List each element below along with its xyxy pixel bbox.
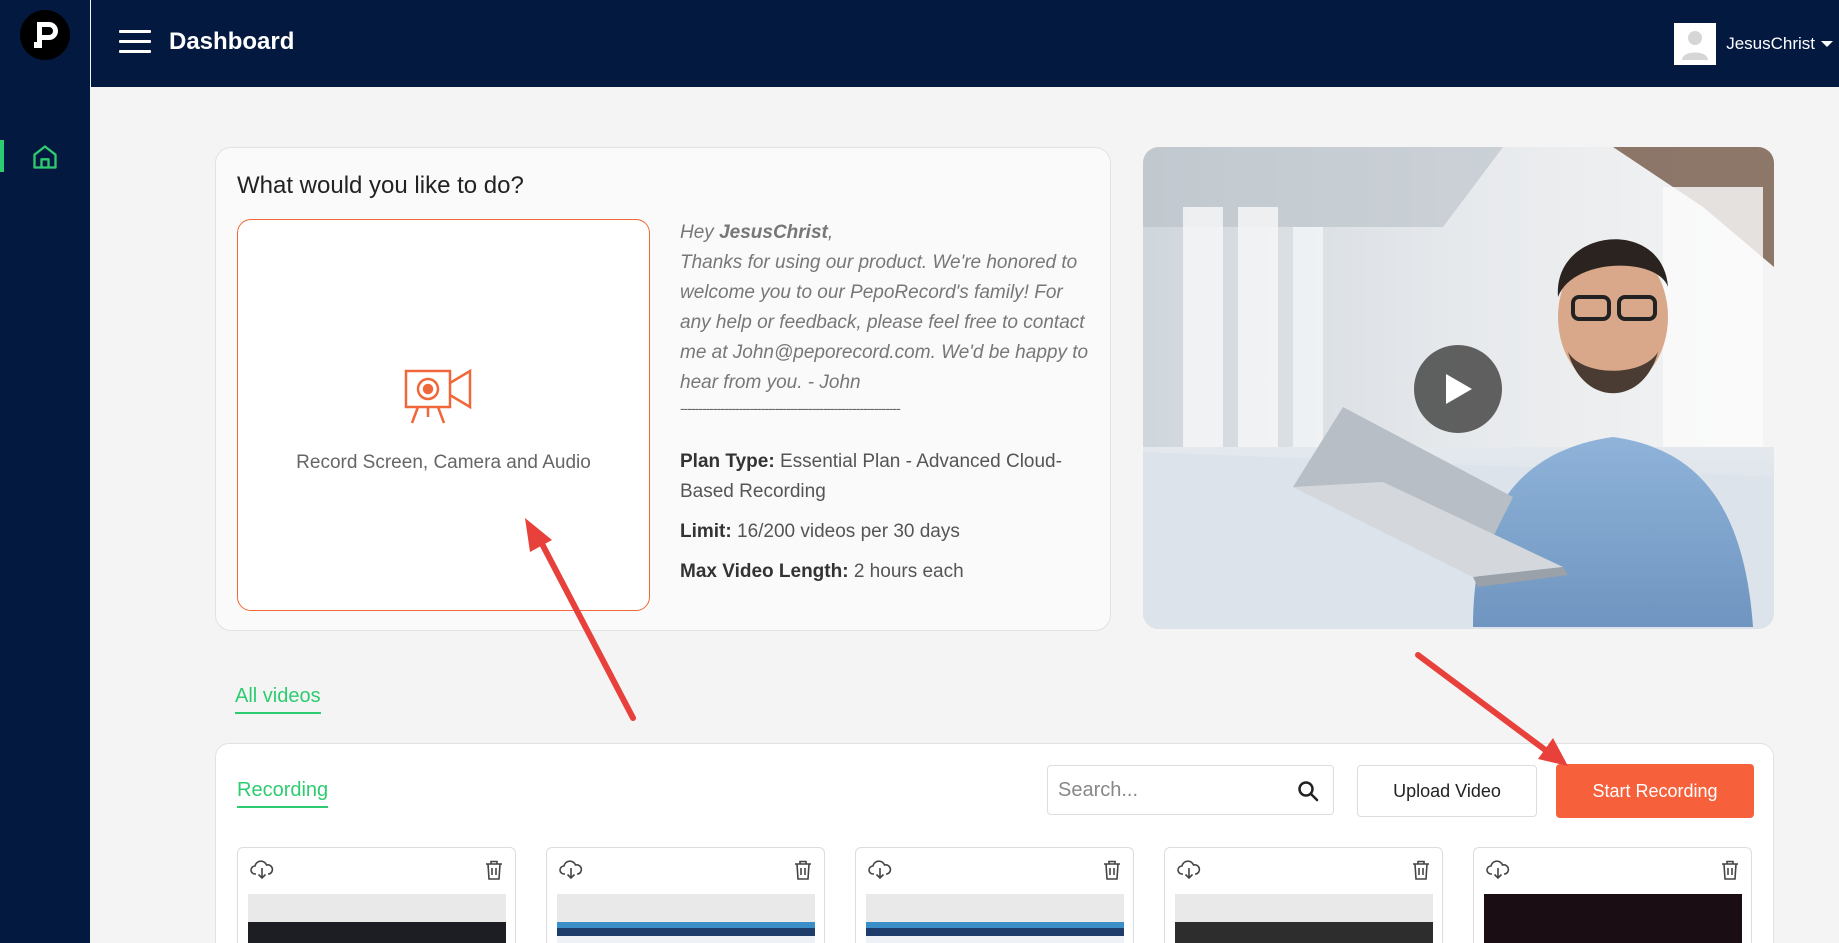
- greeting-prefix: Hey: [680, 222, 720, 243]
- top-header: Dashboard JesusChrist: [91, 0, 1839, 87]
- record-option-button[interactable]: Record Screen, Camera and Audio: [237, 219, 650, 611]
- trash-icon[interactable]: [485, 860, 503, 885]
- videos-panel: Recording Upload Video Start Recording: [215, 743, 1774, 943]
- play-icon: [1446, 374, 1472, 404]
- video-preview: [866, 894, 1124, 943]
- limit-value: 16/200 videos per 30 days: [731, 521, 960, 542]
- play-button[interactable]: [1414, 345, 1502, 433]
- user-menu[interactable]: JesusChrist: [1674, 23, 1839, 65]
- search-input[interactable]: [1058, 766, 1288, 814]
- limit-label: Limit:: [680, 521, 732, 542]
- video-card[interactable]: [1164, 847, 1443, 943]
- max-length-value: 2 hours each: [848, 561, 964, 582]
- video-preview: [557, 894, 815, 943]
- avatar: [1674, 23, 1717, 65]
- video-card[interactable]: [237, 847, 516, 943]
- cloud-download-icon[interactable]: [1486, 860, 1510, 885]
- card-title: What would you like to do?: [237, 172, 524, 199]
- plan-info: Plan Type: Essential Plan - Advanced Clo…: [680, 447, 1090, 597]
- video-preview: [1175, 894, 1433, 943]
- cloud-download-icon[interactable]: [868, 860, 892, 885]
- cloud-download-icon[interactable]: [1177, 860, 1201, 885]
- page-title: Dashboard: [169, 28, 295, 55]
- cloud-download-icon[interactable]: [250, 860, 274, 885]
- video-preview: [1484, 894, 1742, 943]
- video-camera-icon: [404, 365, 474, 432]
- video-card[interactable]: [855, 847, 1134, 943]
- active-indicator: [0, 140, 4, 172]
- video-preview: [248, 894, 506, 943]
- home-icon: [31, 143, 59, 176]
- welcome-message: Hey JesusChrist, Thanks for using our pr…: [680, 218, 1090, 398]
- limit-row: Limit: 16/200 videos per 30 days: [680, 517, 1090, 547]
- search-icon[interactable]: [1297, 780, 1319, 807]
- search-box: [1047, 765, 1334, 815]
- username: JesusChrist: [1726, 34, 1815, 53]
- trash-icon[interactable]: [1721, 860, 1739, 885]
- sidebar: [0, 0, 90, 943]
- hamburger-icon[interactable]: [119, 30, 151, 54]
- greeting-suffix: ,: [827, 222, 834, 243]
- trash-icon[interactable]: [1412, 860, 1430, 885]
- intro-card: What would you like to do? Record Screen…: [215, 147, 1111, 631]
- welcome-text: Thanks for using our product. We're hono…: [680, 252, 1089, 393]
- sidebar-item-home[interactable]: [0, 138, 90, 174]
- greeting-name: JesusChrist: [719, 222, 828, 243]
- plan-type-row: Plan Type: Essential Plan - Advanced Clo…: [680, 447, 1090, 507]
- cloud-download-icon[interactable]: [559, 860, 583, 885]
- chevron-down-icon: [1821, 41, 1833, 47]
- divider: ----------------------------------------…: [680, 400, 901, 416]
- max-length-label: Max Video Length:: [680, 561, 849, 582]
- video-card[interactable]: [546, 847, 825, 943]
- intro-video[interactable]: [1143, 147, 1774, 629]
- start-recording-button[interactable]: Start Recording: [1556, 764, 1754, 818]
- trash-icon[interactable]: [794, 860, 812, 885]
- plan-type-label: Plan Type:: [680, 451, 775, 472]
- peporecord-logo-icon[interactable]: [20, 10, 70, 60]
- record-option-label: Record Screen, Camera and Audio: [296, 452, 591, 473]
- video-card[interactable]: [1473, 847, 1752, 943]
- max-length-row: Max Video Length: 2 hours each: [680, 557, 1090, 587]
- tab-recording[interactable]: Recording: [237, 779, 329, 808]
- tab-all-videos[interactable]: All videos: [235, 685, 321, 714]
- trash-icon[interactable]: [1103, 860, 1121, 885]
- upload-video-button[interactable]: Upload Video: [1357, 765, 1537, 817]
